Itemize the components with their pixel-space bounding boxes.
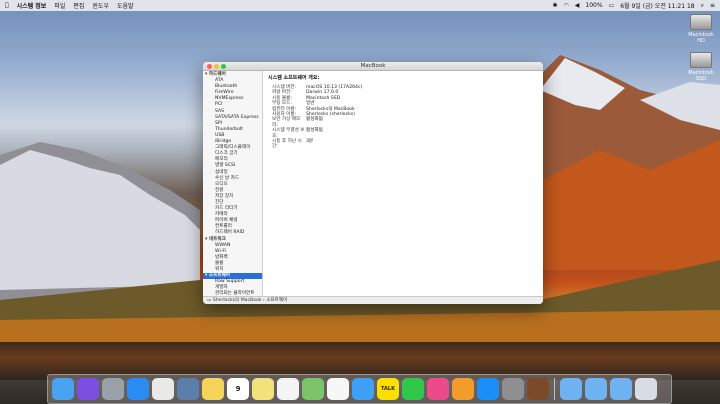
detail-value: 3분: [306, 139, 314, 145]
dock-app-store-icon[interactable]: [477, 378, 499, 400]
volume-icon[interactable]: ◀: [575, 2, 580, 9]
spotlight-icon[interactable]: ⌕: [701, 2, 704, 10]
dock-reminders-icon[interactable]: [277, 378, 299, 400]
dock-system-preferences-icon[interactable]: [502, 378, 524, 400]
dock-safari-icon[interactable]: [127, 378, 149, 400]
dock-ibooks-icon[interactable]: [452, 378, 474, 400]
dock-kakaotalk-icon[interactable]: TALK: [377, 378, 399, 400]
menu-clock[interactable]: 6월 9일 (금) 오전 11:21 18: [620, 1, 694, 10]
detail-row: 보안 가상 메모리: 활성화됨: [268, 117, 539, 128]
menu-edit[interactable]: 편집: [73, 1, 84, 10]
minimize-button[interactable]: [214, 64, 219, 69]
zoom-button[interactable]: [221, 64, 226, 69]
dock-automator-icon[interactable]: [527, 378, 549, 400]
volume-label: Macintosh SSD: [688, 70, 714, 82]
dock-photos-icon[interactable]: [327, 378, 349, 400]
window-titlebar[interactable]: MacBook: [203, 62, 543, 71]
system-information-window: MacBook ▾ 하드웨어 ATA Bluetooth FireWire NVMExp…: [203, 62, 543, 304]
detail-row: 시스템 무결성 보호: 활성화됨: [268, 128, 539, 139]
dock-applications-icon[interactable]: [560, 378, 582, 400]
detail-pane: 시스템 소프트웨어 개요: 시스템 버전: macOS 10.13 (17A264…: [264, 71, 543, 296]
path-text: Sherlocks의 MacBook › 소프트웨어: [212, 298, 288, 303]
bluetooth-icon[interactable]: ✱: [552, 2, 557, 9]
dock-downloads-icon[interactable]: [610, 378, 632, 400]
desktop-volume-ssd[interactable]: Macintosh SSD: [688, 52, 714, 82]
dock-calendar-icon[interactable]: 9: [227, 378, 249, 400]
dock-chrome-icon[interactable]: [152, 378, 174, 400]
detail-list: 시스템 버전: macOS 10.13 (17A264c) 커널 버전: Darwin…: [268, 85, 539, 150]
hard-drive-icon: [690, 14, 712, 30]
dock-facetime-icon[interactable]: [402, 378, 424, 400]
dock-itunes-icon[interactable]: [427, 378, 449, 400]
path-bar: ▭ Sherlocks의 MacBook › 소프트웨어: [203, 296, 543, 304]
dock-stickies-icon[interactable]: [252, 378, 274, 400]
dock-trash-icon[interactable]: [635, 378, 657, 400]
dock-separator: [554, 378, 555, 400]
detail-value: 활성화됨: [306, 117, 323, 123]
detail-row: 시동 후 지난 시간: 3분: [268, 139, 539, 150]
dock-messages-icon[interactable]: [352, 378, 374, 400]
sidebar-section-label: 네트워크: [208, 236, 226, 242]
category-sidebar: ▾ 하드웨어 ATA Bluetooth FireWire NVMExpress PCI S…: [203, 71, 263, 296]
battery-percent[interactable]: 100%: [585, 2, 602, 9]
detail-key: 시스템 무결성 보호:: [272, 128, 305, 139]
volume-label: Macintosh HD: [688, 32, 714, 44]
window-title: MacBook: [360, 63, 386, 69]
sidebar-section-label: 하드웨어: [208, 72, 226, 77]
hard-drive-icon: [690, 52, 712, 68]
menu-app-name[interactable]: 시스템 정보: [17, 1, 47, 10]
dock-siri-icon[interactable]: [77, 378, 99, 400]
apple-menu-icon[interactable]: : [5, 2, 9, 9]
battery-icon[interactable]: ▭: [609, 2, 615, 9]
menu-bar:  시스템 정보 파일 편집 윈도우 도움말 ✱ ◠ ◀ 100% ▭ 6월 9…: [0, 0, 720, 11]
menu-window[interactable]: 윈도우: [92, 1, 109, 10]
desktop-volume-hd[interactable]: Macintosh HD: [688, 14, 714, 44]
detail-key: 시동 후 지난 시간:: [272, 139, 302, 150]
dock-finder-icon[interactable]: [52, 378, 74, 400]
dock-maps-icon[interactable]: [302, 378, 324, 400]
detail-value: 활성화됨: [306, 128, 323, 134]
close-button[interactable]: [207, 64, 212, 69]
dock-preview-icon[interactable]: [177, 378, 199, 400]
dock: 9 TALK: [47, 374, 672, 404]
notification-center-icon[interactable]: ≡: [710, 2, 715, 9]
dock-launchpad-icon[interactable]: [102, 378, 124, 400]
menu-help[interactable]: 도움말: [117, 1, 134, 10]
sidebar-section-label: 소프트웨어: [208, 273, 231, 279]
wifi-icon[interactable]: ◠: [564, 2, 569, 9]
content-title: 시스템 소프트웨어 개요:: [268, 75, 320, 81]
dock-documents-icon[interactable]: [585, 378, 607, 400]
detail-key: 보안 가상 메모리:: [272, 117, 301, 128]
dock-notes-icon[interactable]: [202, 378, 224, 400]
menu-file[interactable]: 파일: [54, 1, 65, 10]
